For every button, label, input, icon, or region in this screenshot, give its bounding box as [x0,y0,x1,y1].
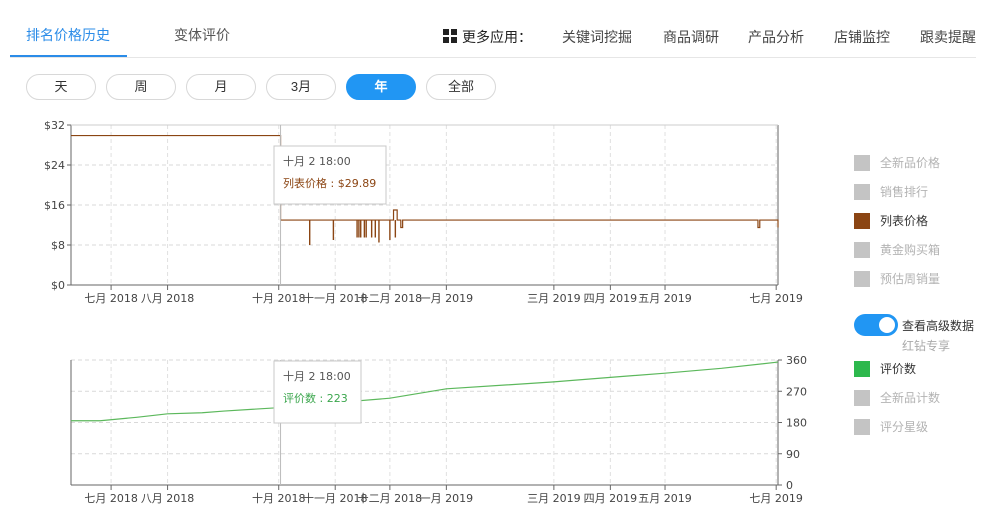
reviews-x-tick-label: 五月 2019 [638,492,692,505]
range-year-button[interactable]: 年 [346,74,416,100]
price-x-tick-label: 八月 2018 [141,292,195,305]
nav-divider [10,57,976,58]
price-tooltip-value: 列表价格 : $29.89 [283,176,376,190]
legend-swatch [854,390,870,406]
reviews-tooltip-date: 十月 2 18:00 [283,369,351,383]
advanced-data-sublabel: 红钻专享 [902,339,951,353]
legend-label: 全新品计数 [880,391,941,405]
legend-swatch [854,271,870,287]
range-all-button[interactable]: 全部 [426,74,496,100]
grid-icon [443,29,457,43]
price-x-tick-label: 五月 2019 [638,292,692,305]
price-y-tick-label: $24 [44,159,65,172]
price-y-tick-label: $8 [51,239,65,252]
tab-rank-price-history[interactable]: 排名价格历史 [26,27,110,45]
price-y-tick-label: $16 [44,199,65,212]
toggle-knob [879,317,895,333]
legend-swatch [854,419,870,435]
reviews-tooltip-box [273,360,362,424]
reviews-x-tick-label: 四月 2019 [584,492,638,505]
reviews-x-tick-label: 一月 2019 [420,492,474,505]
price-x-tick-label: 十二月 2018 [358,291,423,305]
price-x-tick-label: 四月 2019 [584,292,638,305]
reviews-x-tick-label: 十一月 2018 [303,491,368,505]
legend-label: 全新品价格 [880,156,941,170]
reviews-x-tick-label: 七月 2018 [84,492,138,505]
range-month-button[interactable]: 月 [186,74,256,100]
tab-variant-reviews[interactable]: 变体评价 [174,27,230,45]
price-x-tick-label: 三月 2019 [527,292,581,305]
range-week-button[interactable]: 周 [106,74,176,100]
more-apps-label: 更多应用： [462,30,532,46]
reviews-x-tick-label: 八月 2018 [141,492,195,505]
range-day-button[interactable]: 天 [26,74,96,100]
menu-product-research[interactable]: 商品调研 [663,27,719,47]
advanced-data-label: 查看高级数据 [902,319,975,333]
reviews-x-tick-label: 三月 2019 [527,492,581,505]
price-x-tick-label: 七月 2018 [84,292,138,305]
legend-label: 评分星级 [880,420,929,434]
reviews-y-tick-label: 180 [786,417,807,430]
legend-label: 销售排行 [880,185,929,199]
price-x-tick-label: 一月 2019 [420,292,474,305]
price-series-line [71,134,779,229]
legend-swatch [854,184,870,200]
range-3month-button[interactable]: 3月 [266,74,336,100]
legend-label: 列表价格 [880,214,929,228]
reviews-y-tick-label: 90 [786,448,800,461]
advanced-data-toggle[interactable] [854,314,898,336]
reviews-y-tick-label: 0 [786,479,793,492]
menu-follow-sell-alert[interactable]: 跟卖提醒 [920,27,976,47]
price-tooltip-box [273,145,387,205]
price-x-tick-label: 十月 2018 [252,291,306,305]
price-x-tick-label: 七月 2019 [749,292,803,305]
legend-swatch [854,155,870,171]
price-y-tick-label: $32 [44,119,65,132]
reviews-tooltip-value: 评价数 : 223 [283,392,348,405]
reviews-x-tick-label: 十二月 2018 [358,491,423,505]
legend-swatch [854,213,870,229]
legend-label: 预估周销量 [880,272,941,286]
reviews-series-line [71,361,779,422]
top-navigation: 排名价格历史 变体评价 更多应用： 关键词挖掘 商品调研 产品分析 店铺监控 跟… [0,0,992,58]
price-y-tick-label: $0 [51,279,65,292]
price-tooltip-date: 十月 2 18:00 [283,154,351,168]
legend-swatch [854,242,870,258]
menu-keyword-mining[interactable]: 关键词挖掘 [562,27,632,47]
reviews-x-tick-label: 七月 2019 [749,492,803,505]
menu-product-analysis[interactable]: 产品分析 [748,27,804,47]
legend-label: 评价数 [880,362,917,376]
legend-label: 黄金购买箱 [880,243,941,257]
reviews-x-tick-label: 十月 2018 [252,491,306,505]
legend-swatch [854,361,870,377]
reviews-y-tick-label: 360 [786,354,807,367]
reviews-y-tick-label: 270 [786,385,807,398]
menu-store-monitor[interactable]: 店铺监控 [834,27,890,47]
price-x-tick-label: 十一月 2018 [303,291,368,305]
